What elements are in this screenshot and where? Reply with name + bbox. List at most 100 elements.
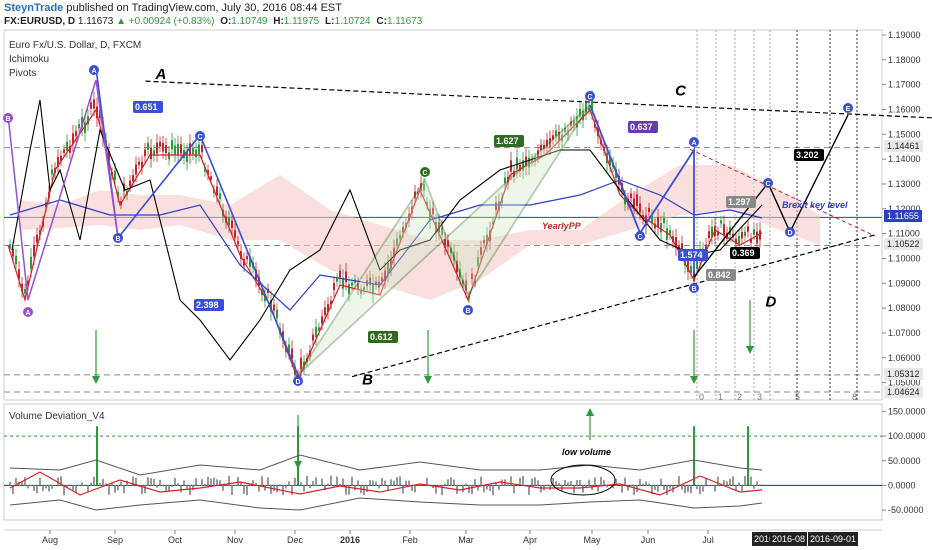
volume-bar [234,485,236,487]
volume-bar [117,485,119,491]
y-tick-label: 1.15000 [888,129,921,139]
candle-body [129,180,131,187]
volume-bar [450,477,452,486]
volume-bar [687,485,689,493]
candle-body [135,164,137,175]
volume-bar [342,478,344,486]
harmonic-point-label: B [691,286,696,293]
green-arrow-head [92,376,100,384]
volume-bar [705,478,707,486]
candle-body [24,289,26,294]
volume-bar [108,485,110,495]
volume-bar [174,477,176,486]
volume-bar [699,485,701,495]
volume-bar [123,485,125,494]
volume-bar [657,485,659,492]
chart-canvas[interactable]: 1.19000 1.18000 1.17000 1.16000 1.15000 1.140… [0,0,932,550]
volume-bar [264,485,266,491]
volume-bar [483,485,485,493]
volume-bar [237,476,239,486]
volume-bar [582,485,584,493]
volume-bar [414,485,416,493]
volume-bar [261,476,263,486]
volume-bar [471,485,473,495]
elliott-point-label: C [675,82,687,99]
volume-bar [378,485,380,489]
volume-bar [72,485,74,491]
annotation-label: Brexit key level [782,200,848,210]
candle-body [234,230,236,238]
candle-body [312,334,314,341]
candle-body [753,229,755,235]
volume-bar [747,426,749,486]
ratio-label: 1.574 [680,250,703,260]
candle-body [738,236,740,244]
low-volume-label: low volume [562,447,611,457]
volume-bar [660,478,662,486]
volume-bar [384,480,386,486]
volume-bar [753,485,755,489]
volume-bar [729,478,731,486]
candle-body [744,231,746,237]
candle-body [237,240,239,245]
y-tick-label: 1.09000 [888,278,921,288]
volume-bar [330,475,332,486]
fib-time-label: 0 [699,392,704,402]
volume-bar [9,482,11,486]
x-tick-label: Apr [523,535,537,545]
volume-bar [390,479,392,486]
volume-bar [492,485,494,496]
legend-ichimoku[interactable]: Ichimoku [9,54,49,65]
volume-bar [306,475,308,486]
volume-bar [603,480,605,486]
volume-bar [90,482,92,486]
candle-body [633,198,635,207]
fib-time-label: 1 [718,392,723,402]
volume-bar [648,483,650,486]
volume-bar [540,485,542,493]
volume-bar [486,485,488,490]
elliott-point-label: D [766,293,777,310]
candle-body [273,304,275,311]
volume-bar [216,479,218,486]
price-tag-current: 1.11655 [884,210,922,222]
y-tick-label: 1.14000 [888,154,921,164]
date-tag-3: 2016-09-01 [808,532,859,546]
legend-title: Euro Fx/U.S. Dollar, D, FXCM [9,40,142,51]
volume-bar [210,478,212,486]
candle-body [348,284,350,295]
candle-body [165,145,167,154]
volume-bar [315,477,317,486]
volume-bar [513,485,515,494]
volume-bar [567,482,569,486]
candle-body [345,271,347,283]
volume-bar [666,485,668,495]
legend-volume-indicator[interactable]: Volume Deviation_V4 [9,411,105,422]
ratio-label: 1.627 [496,136,519,146]
volume-bar [408,480,410,486]
candle-body [198,144,200,154]
candle-body [300,357,302,369]
candle-body [162,143,164,152]
volume-bar [36,485,38,494]
candle-body [219,193,221,200]
volume-bar [186,485,188,489]
volume-bar [327,483,329,486]
volume-bar [81,482,83,486]
volume-bar [642,483,644,486]
ratio-label: 0.651 [135,102,158,112]
volume-bar [99,482,101,486]
volume-bar [246,485,248,496]
candle-body [93,99,95,109]
ratio-label: 0.842 [708,270,731,280]
harmonic-point-label: D [787,230,792,237]
legend-pivots[interactable]: Pivots [9,68,36,79]
volume-bar [678,476,680,486]
volume-bar [387,485,389,491]
elliott-point-label: B [362,372,373,389]
volume-bar [291,485,293,495]
volume-bar [312,481,314,486]
volume-bar [159,479,161,486]
candle-body [75,130,77,137]
y-tick-label: 1.19000 [888,30,921,40]
